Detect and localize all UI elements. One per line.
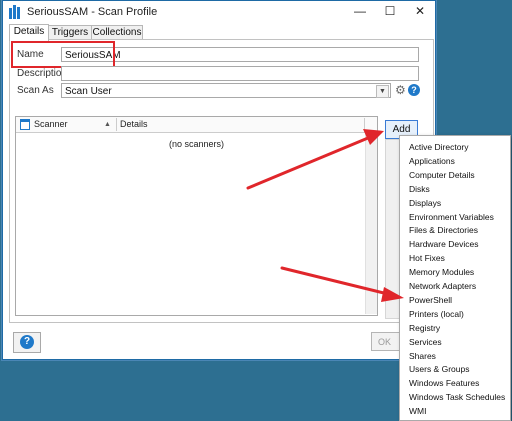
arrow-to-add-button (246, 136, 370, 190)
arrow-to-powershell (280, 266, 390, 296)
tab-details[interactable]: Details (9, 24, 49, 41)
annotation-arrows (246, 129, 404, 302)
